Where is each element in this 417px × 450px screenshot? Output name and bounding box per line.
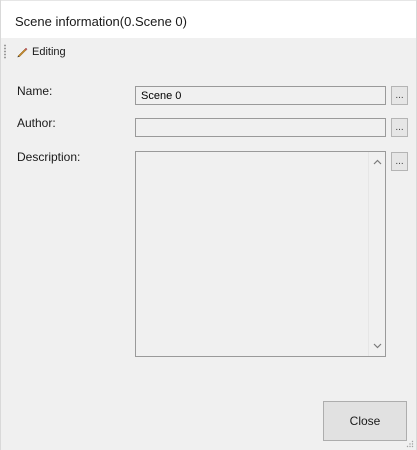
close-button-label: Close [349,414,381,428]
name-label: Name: [17,84,53,98]
author-browse-button[interactable]: ... [391,118,408,137]
name-field[interactable]: Scene 0 [135,86,386,105]
window-title: Scene information(0.Scene 0) [15,14,187,29]
resize-grip-icon[interactable] [406,440,414,448]
window-top-edge [1,0,416,1]
description-scrollbar[interactable] [368,152,385,356]
chevron-up-icon [373,159,381,165]
scroll-up-button[interactable] [369,154,385,170]
toolbar-grip-icon[interactable] [4,44,6,59]
scroll-down-button[interactable] [369,338,385,354]
editing-button[interactable]: Editing [16,41,66,62]
scene-information-dialog: Scene information(0.Scene 0) Editing Nam… [0,0,417,450]
description-field[interactable] [135,151,386,357]
toolbar: Editing [1,38,416,65]
author-label: Author: [17,116,56,130]
description-label: Description: [17,150,81,164]
editing-label: Editing [32,45,66,58]
pencil-icon [17,47,28,57]
title-bar[interactable]: Scene information(0.Scene 0) [1,0,416,38]
chevron-down-icon [373,343,381,349]
name-browse-button[interactable]: ... [391,86,408,105]
close-button[interactable]: Close [323,401,407,441]
author-field[interactable] [135,118,386,137]
description-browse-button[interactable]: ... [391,152,408,171]
